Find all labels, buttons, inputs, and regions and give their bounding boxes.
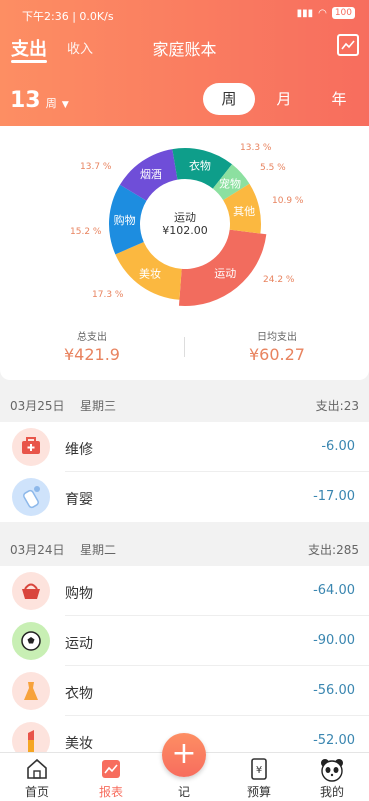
slice-label: 美妆 xyxy=(139,267,161,280)
avg-value: ¥60.27 xyxy=(249,345,305,364)
list-item[interactable]: 衣物 -56.00 xyxy=(0,666,369,716)
slice-label: 其他 xyxy=(233,205,255,218)
home-icon xyxy=(7,757,67,783)
slice-label: 烟酒 xyxy=(140,167,162,181)
pct-label-sport: 24.2 % xyxy=(263,275,295,285)
day-header: 03月24日 星期二 支出:285 xyxy=(0,528,369,568)
nav-report-label: 报表 xyxy=(98,785,123,799)
item-amount: -17.00 xyxy=(313,489,355,504)
item-amount: -56.00 xyxy=(313,683,355,698)
slice-label: 购物 xyxy=(114,213,136,227)
pct-label-tobacco: 13.7 % xyxy=(80,162,112,172)
item-name: 美妆 xyxy=(65,736,93,752)
soccer-ball-icon xyxy=(12,622,50,660)
item-name: 维修 xyxy=(65,442,93,458)
dress-icon xyxy=(12,672,50,710)
wifi-icon: ◠ xyxy=(318,7,327,19)
pct-label-shopping: 15.2 % xyxy=(70,227,102,237)
item-name: 运动 xyxy=(65,636,93,652)
day-weekday: 星期三 xyxy=(80,399,117,413)
nav-report[interactable]: 报表 xyxy=(81,753,141,800)
pct-label-other: 10.9 % xyxy=(272,196,304,206)
segment-week[interactable]: 周 xyxy=(203,83,255,115)
nav-budget-label: 预算 xyxy=(246,785,271,799)
list-item[interactable]: 运动 -90.00 xyxy=(0,616,369,666)
pct-label-clothes: 13.3 % xyxy=(240,143,272,153)
tab-underline xyxy=(11,60,47,63)
day-weekday: 星期二 xyxy=(80,543,117,557)
item-amount: -64.00 xyxy=(313,583,355,598)
day-date: 03月25日 xyxy=(10,399,65,413)
pct-label-pet: 5.5 % xyxy=(260,163,286,173)
day-sum: 支出:285 xyxy=(308,543,359,557)
item-amount: -52.00 xyxy=(313,733,355,748)
slice-label: 运动 xyxy=(214,267,236,280)
donut-center-value: ¥102.00 xyxy=(162,224,208,237)
add-record-button[interactable]: + xyxy=(162,733,206,777)
svg-text:¥: ¥ xyxy=(256,765,262,776)
list-item[interactable]: 维修 -6.00 xyxy=(0,422,369,472)
budget-icon: ¥ xyxy=(229,757,289,783)
slice-label: 衣物 xyxy=(189,158,211,172)
item-name: 衣物 xyxy=(65,686,93,702)
status-icons: ▮▮▮ ◠ 100 xyxy=(297,7,355,19)
week-unit: 周 xyxy=(45,97,57,110)
daily-average: 日均支出 ¥60.27 xyxy=(185,328,369,364)
toolbox-icon xyxy=(12,428,50,466)
top-tabs: 支出 收入 家庭账本 xyxy=(0,30,369,66)
period-segment: 周 月 年 xyxy=(203,83,365,115)
plus-icon: + xyxy=(171,736,197,771)
status-time: 下午2:36 | 0.0K/s xyxy=(22,10,114,23)
baby-bottle-icon xyxy=(12,478,50,516)
nav-mine[interactable]: 我的 xyxy=(302,753,362,800)
list-item[interactable]: 育婴 -17.00 xyxy=(0,472,369,522)
nav-home-label: 首页 xyxy=(24,785,49,799)
day-date: 03月24日 xyxy=(10,543,65,557)
trend-chart-icon[interactable] xyxy=(337,34,359,56)
total-expense: 总支出 ¥421.9 xyxy=(0,328,184,364)
header-bar: 下午2:36 | 0.0K/s ▮▮▮ ◠ 100 支出 收入 家庭账本 13 … xyxy=(0,0,369,126)
week-number: 13 xyxy=(10,88,41,113)
nav-home[interactable]: 首页 xyxy=(7,753,67,800)
avg-label: 日均支出 xyxy=(257,332,297,343)
status-bar: 下午2:36 | 0.0K/s ▮▮▮ ◠ 100 xyxy=(0,0,369,30)
day-header: 03月25日 星期三 支出:23 xyxy=(0,384,369,424)
pct-label-makeup: 17.3 % xyxy=(92,290,124,300)
chevron-down-icon: ▼ xyxy=(61,100,69,110)
donut-center-label: 运动 xyxy=(174,211,196,224)
report-icon xyxy=(81,757,141,783)
item-name: 育婴 xyxy=(65,492,93,508)
slice-label: 宠物 xyxy=(219,177,241,191)
basket-icon xyxy=(12,572,50,610)
week-selector[interactable]: 13 周 ▼ xyxy=(10,88,69,113)
item-name: 购物 xyxy=(65,586,93,602)
signal-icon: ▮▮▮ xyxy=(296,7,314,19)
day-sum: 支出:23 xyxy=(315,399,359,413)
nav-mine-label: 我的 xyxy=(319,785,344,799)
item-amount: -6.00 xyxy=(321,439,355,454)
panda-avatar-icon xyxy=(302,757,362,783)
nav-budget[interactable]: ¥ 预算 xyxy=(229,753,289,800)
item-amount: -90.00 xyxy=(313,633,355,648)
total-label: 总支出 xyxy=(77,332,107,343)
battery-icon: 100 xyxy=(331,7,355,19)
total-value: ¥421.9 xyxy=(64,345,120,364)
segment-month[interactable]: 月 xyxy=(258,83,310,115)
add-record-label: 记 xyxy=(177,785,190,799)
list-item[interactable]: 购物 -64.00 xyxy=(0,566,369,616)
app-title: 家庭账本 xyxy=(152,40,217,59)
segment-year[interactable]: 年 xyxy=(313,83,365,115)
